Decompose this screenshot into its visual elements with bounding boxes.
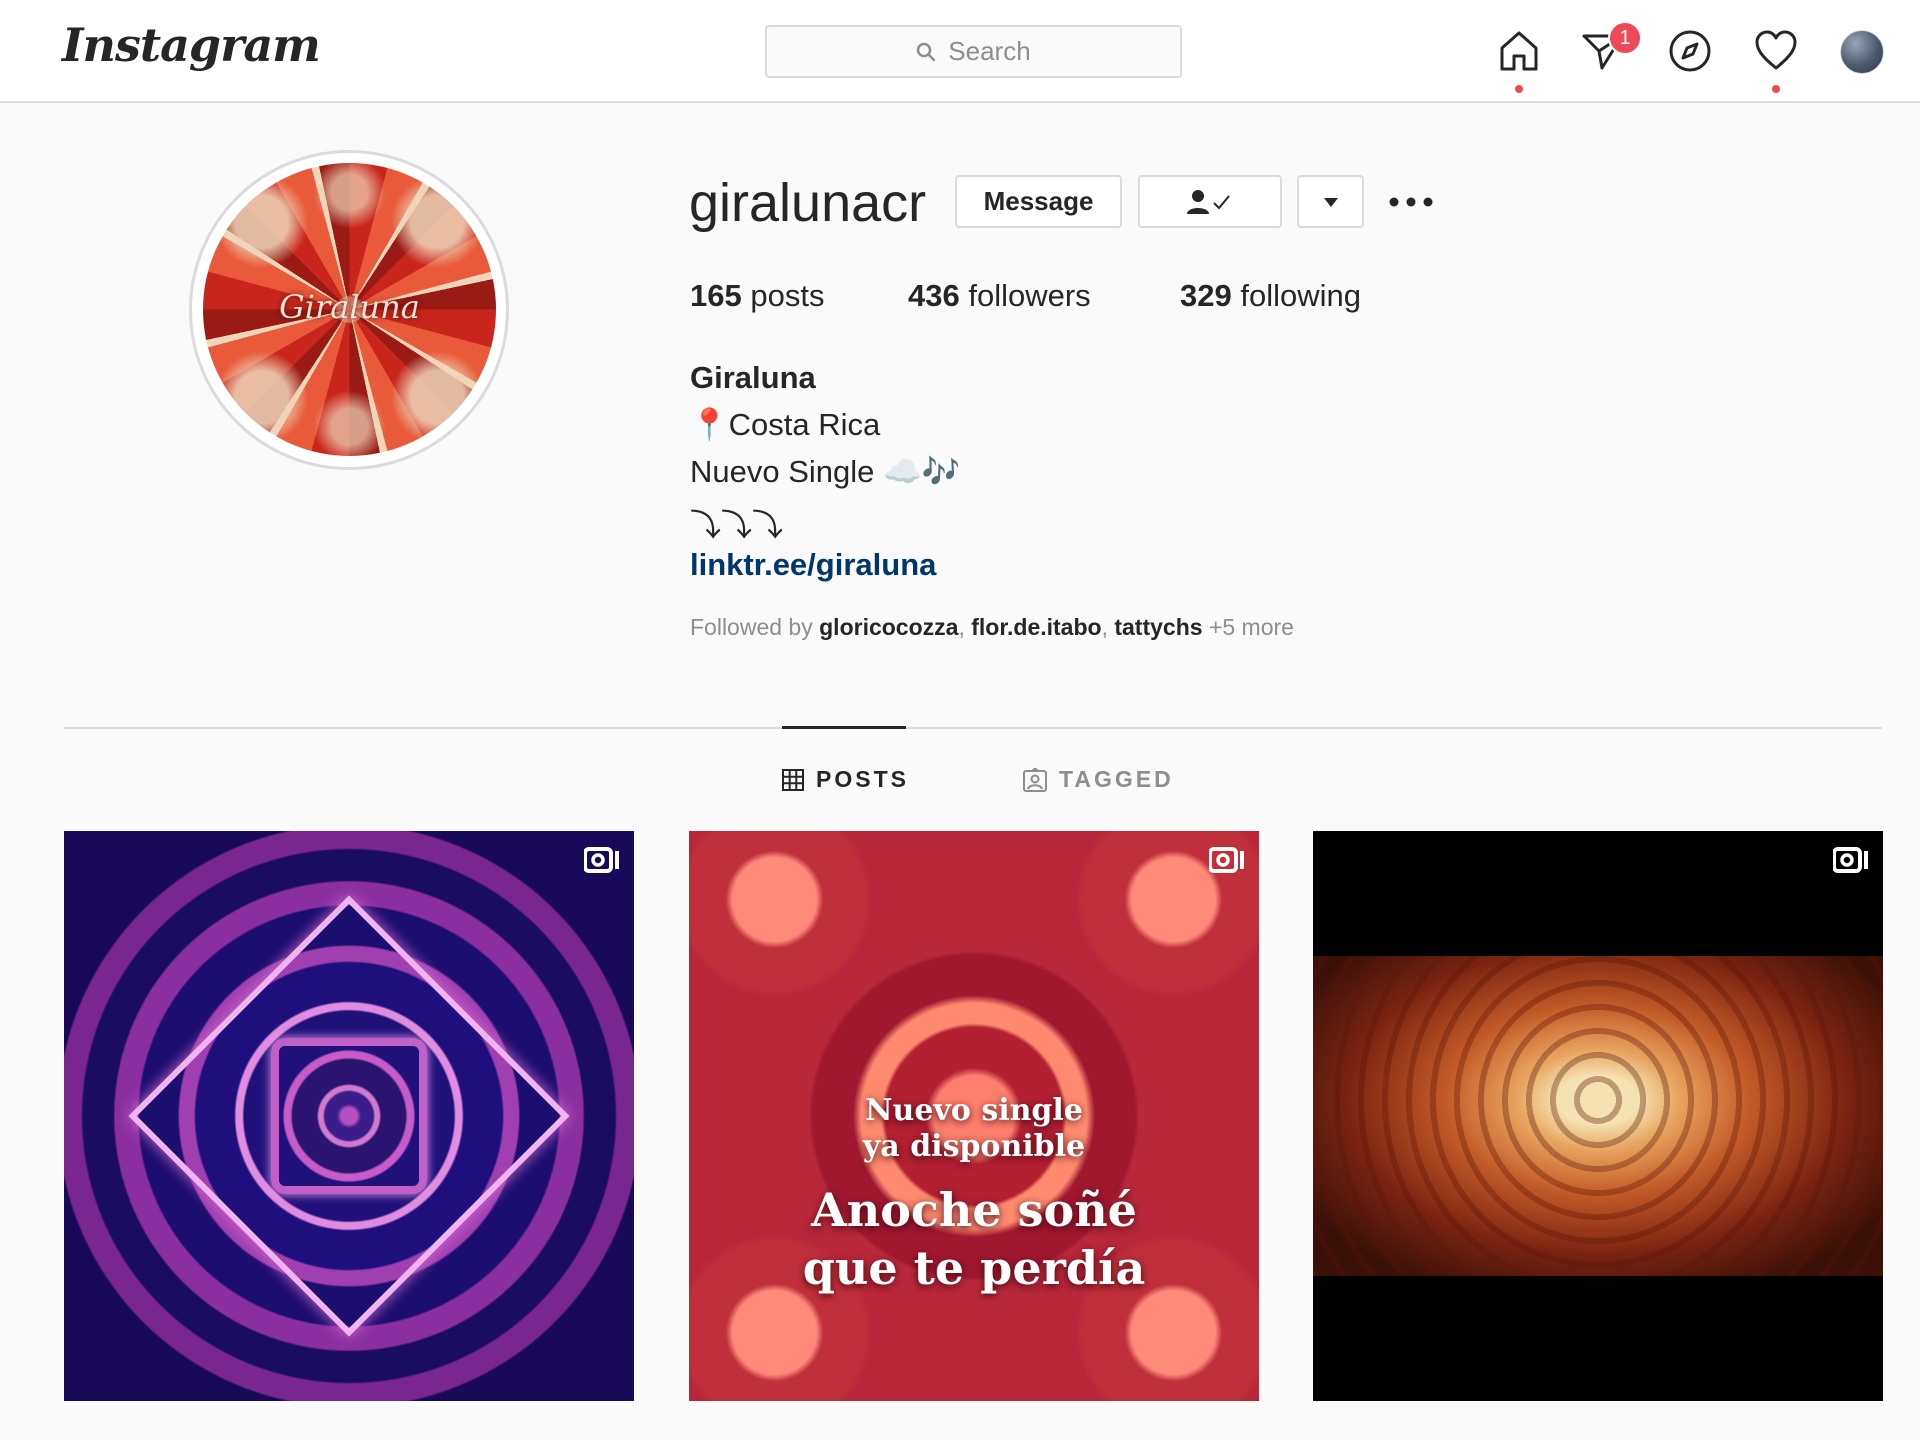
bio-line: Nuevo Single ☁️🎶 — [690, 454, 961, 489]
post-caption-line: ya disponible — [862, 1129, 1086, 1164]
user-check-icon — [1187, 189, 1230, 214]
post-thumbnail[interactable] — [1313, 831, 1883, 1401]
tab-posts-label: POSTS — [816, 766, 909, 792]
followed-by[interactable]: Followed by gloricocozza, flor.de.itabo,… — [690, 614, 1294, 641]
following-label: following — [1240, 278, 1361, 313]
top-navigation-bar: Instagram Search 1 — [0, 0, 1920, 103]
followers-count: 436 — [908, 278, 960, 313]
profile-username: giralunacr — [689, 173, 927, 233]
chevron-down-icon — [1323, 197, 1338, 207]
search-input[interactable]: Search — [765, 25, 1182, 78]
home-icon[interactable] — [1496, 28, 1542, 74]
following-button[interactable] — [1138, 175, 1282, 228]
posts-label: posts — [750, 278, 825, 313]
follower-user: flor.de.itabo — [971, 614, 1102, 640]
post-thumbnail[interactable]: Nuevo single ya disponible Anoche soñé q… — [689, 831, 1259, 1401]
igtv-icon — [584, 847, 619, 873]
tab-tagged[interactable]: TAGGED — [1023, 766, 1174, 793]
post-caption-title: que te perdía — [802, 1241, 1146, 1295]
igtv-icon — [1833, 847, 1868, 873]
bio-arrows: ⤵⤵⤵ — [690, 508, 783, 543]
home-activity-dot — [1515, 85, 1523, 93]
stat-posts: 165 posts — [690, 278, 824, 314]
post-caption-line: Nuevo single — [865, 1093, 1083, 1128]
follower-user: gloricocozza — [819, 614, 959, 640]
bio-link[interactable]: linktr.ee/giraluna — [690, 547, 936, 583]
message-button[interactable]: Message — [955, 175, 1122, 228]
follower-user: tattychs — [1114, 614, 1203, 640]
suggestions-dropdown-button[interactable] — [1297, 175, 1364, 228]
search-icon — [917, 42, 936, 61]
post-thumbnail[interactable] — [64, 831, 634, 1401]
stat-followers[interactable]: 436 followers — [908, 278, 1091, 314]
instagram-logo[interactable]: Instagram — [62, 18, 321, 72]
search-placeholder: Search — [948, 36, 1031, 66]
profile-avatar-nav[interactable] — [1840, 30, 1884, 74]
profile-full-name: Giraluna — [690, 360, 816, 395]
kaleidoscope-square — [271, 1038, 427, 1194]
activity-dot — [1772, 85, 1780, 93]
heart-icon[interactable] — [1753, 28, 1799, 74]
more-options-icon[interactable] — [1388, 190, 1434, 214]
followed-by-prefix: Followed by — [690, 614, 813, 640]
bio-location: 📍Costa Rica — [690, 407, 881, 442]
following-count: 329 — [1180, 278, 1232, 313]
stat-following[interactable]: 329 following — [1180, 278, 1361, 314]
tagged-icon — [1023, 767, 1047, 792]
followers-label: followers — [968, 278, 1091, 313]
direct-badge: 1 — [1608, 21, 1642, 55]
igtv-icon — [1209, 847, 1244, 873]
profile-avatar[interactable]: Giraluna — [203, 163, 496, 456]
tab-tagged-label: TAGGED — [1059, 766, 1174, 792]
tab-posts[interactable]: POSTS — [782, 766, 909, 793]
rose-video-frame — [1313, 956, 1883, 1276]
compass-icon[interactable] — [1667, 28, 1713, 74]
active-tab-indicator — [782, 726, 906, 729]
grid-icon — [782, 768, 804, 791]
avatar-logo-text: Giraluna — [279, 288, 420, 326]
post-caption-title: Anoche soñé — [811, 1183, 1137, 1237]
posts-count: 165 — [690, 278, 742, 313]
followed-by-more: +5 more — [1208, 614, 1294, 640]
tabs-divider — [64, 727, 1882, 729]
